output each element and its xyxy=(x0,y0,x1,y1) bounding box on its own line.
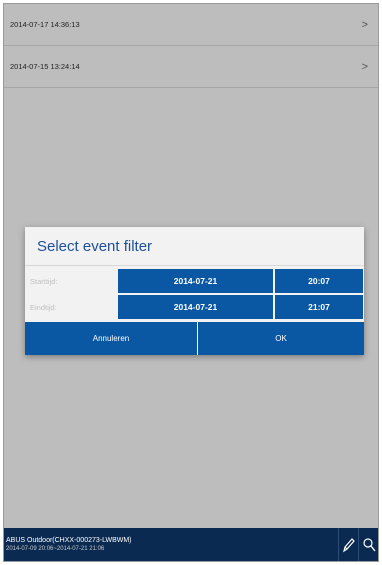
start-date-picker[interactable]: 2014-07-21 xyxy=(118,269,273,293)
event-timestamp: 2014-07-17 14:36:13 xyxy=(10,20,80,29)
time-range: 2014-07-09 20:06~2014-07-21 21:06 xyxy=(6,546,105,552)
event-filter-dialog: Select event filter Starttijd: 2014-07-2… xyxy=(25,227,364,355)
search-icon xyxy=(362,537,376,551)
chevron-right-icon: > xyxy=(361,18,368,31)
search-button[interactable] xyxy=(358,528,378,561)
edit-button[interactable] xyxy=(338,528,358,561)
start-time-picker[interactable]: 20:07 xyxy=(275,269,363,293)
ok-button[interactable]: OK xyxy=(198,322,364,355)
pencil-icon xyxy=(342,537,355,552)
end-time-picker[interactable]: 21:07 xyxy=(275,295,363,319)
end-label: Eindtijd: xyxy=(30,302,57,312)
start-label: Starttijd: xyxy=(30,276,58,286)
event-list-item[interactable]: 2014-07-17 14:36:13 > xyxy=(4,4,378,46)
camera-name: ABUS Outdoor(CHXX-000273-LWBWM) xyxy=(6,537,132,544)
dialog-title: Select event filter xyxy=(25,227,364,266)
app-frame: 2014-07-17 14:36:13 > 2014-07-15 13:24:1… xyxy=(3,3,379,562)
end-time-row: Eindtijd: 2014-07-21 21:07 xyxy=(25,295,364,319)
chevron-right-icon: > xyxy=(361,60,368,73)
camera-info: ABUS Outdoor(CHXX-000273-LWBWM) 2014-07-… xyxy=(4,536,338,553)
end-date-picker[interactable]: 2014-07-21 xyxy=(118,295,273,319)
dialog-buttons: Annuleren OK xyxy=(25,322,364,355)
bottom-bar: ABUS Outdoor(CHXX-000273-LWBWM) 2014-07-… xyxy=(4,528,378,561)
cancel-button[interactable]: Annuleren xyxy=(25,322,198,355)
start-time-row: Starttijd: 2014-07-21 20:07 xyxy=(25,269,364,293)
event-timestamp: 2014-07-15 13:24:14 xyxy=(10,62,80,71)
event-list-item[interactable]: 2014-07-15 13:24:14 > xyxy=(4,46,378,88)
